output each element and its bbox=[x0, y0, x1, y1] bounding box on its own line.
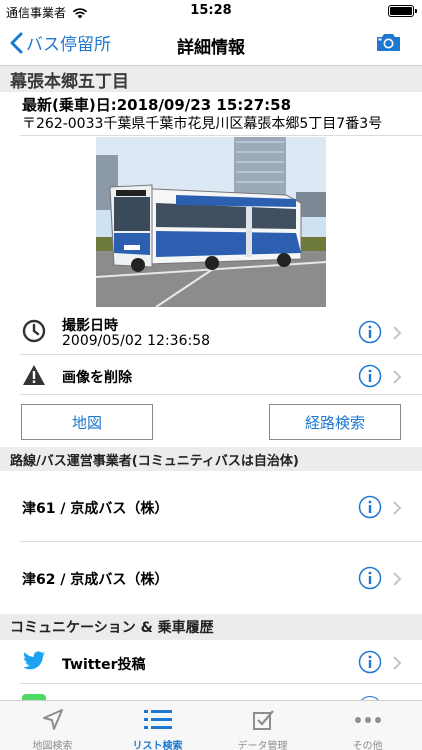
operator-label: 津61 / 京成バス（株） bbox=[22, 501, 169, 517]
tab-map-search[interactable]: 地図検索 bbox=[0, 701, 105, 750]
info-icon bbox=[358, 566, 382, 590]
delete-image-row[interactable]: 画像を削除 bbox=[0, 355, 422, 395]
map-button[interactable]: 地図 bbox=[21, 404, 153, 440]
clock-time: 15:28 bbox=[190, 3, 232, 18]
warning-icon bbox=[22, 364, 46, 390]
photo-date-title: 撮影日時 bbox=[62, 318, 118, 334]
delete-image-label: 画像を削除 bbox=[62, 370, 132, 386]
divider bbox=[20, 135, 422, 136]
info-button[interactable] bbox=[358, 495, 382, 519]
info-icon bbox=[358, 495, 382, 519]
battery-icon bbox=[388, 5, 417, 17]
more-icon bbox=[315, 707, 420, 733]
tab-other[interactable]: その他 bbox=[315, 701, 420, 750]
operator-label: 津62 / 京成バス（株） bbox=[22, 572, 169, 588]
communication-header: コミュニケーション & 乗車履歴 bbox=[0, 614, 422, 640]
list-icon bbox=[105, 707, 210, 733]
stop-name: 幕張本郷五丁目 bbox=[10, 71, 129, 92]
tab-bar: 地図検索 リスト検索 データ管理 その他 bbox=[0, 700, 422, 750]
action-buttons: 地図 経路検索 bbox=[0, 396, 422, 446]
tab-list-search[interactable]: リスト検索 bbox=[105, 701, 210, 750]
latest-ride-date: 最新(乗車)日:2018/09/23 15:27:58 bbox=[22, 96, 292, 114]
operator-row[interactable]: 津62 / 京成バス（株） bbox=[0, 542, 422, 614]
checkbox-icon bbox=[210, 707, 315, 733]
tab-label: 地図検索 bbox=[32, 741, 73, 750]
operators-header: 路線/バス運営事業者(コミュニティバスは自治体) bbox=[0, 447, 422, 471]
twitter-row[interactable]: Twitter投稿 bbox=[0, 640, 422, 684]
communication-header-label: コミュニケーション & 乗車履歴 bbox=[10, 620, 214, 636]
twitter-post-label: Twitter投稿 bbox=[62, 657, 146, 673]
tab-label: リスト検索 bbox=[132, 741, 183, 750]
info-icon bbox=[358, 650, 382, 674]
divider bbox=[20, 394, 422, 395]
info-icon bbox=[358, 364, 382, 388]
tab-label: その他 bbox=[352, 741, 383, 750]
list-item[interactable] bbox=[0, 684, 422, 700]
chevron-right-icon bbox=[392, 325, 402, 340]
info-button[interactable] bbox=[358, 650, 382, 674]
camera-button[interactable] bbox=[375, 32, 402, 57]
info-button[interactable] bbox=[358, 320, 382, 344]
info-icon bbox=[358, 320, 382, 344]
stop-address: 〒262-0033千葉県千葉市花見川区幕張本郷5丁目7番3号 bbox=[22, 116, 383, 132]
bus-image bbox=[96, 137, 326, 307]
route-search-button[interactable]: 経路検索 bbox=[269, 404, 401, 440]
photo-date-value: 2009/05/02 12:36:58 bbox=[62, 333, 211, 349]
stop-info: 最新(乗車)日:2018/09/23 15:27:58 〒262-0033千葉県… bbox=[22, 96, 414, 134]
clock-icon bbox=[22, 319, 46, 347]
nav-bar: バス停留所 詳細情報 bbox=[0, 22, 422, 66]
tab-label: データ管理 bbox=[237, 741, 288, 750]
location-arrow-icon bbox=[0, 707, 105, 733]
status-bar: 通信事業者 15:28 bbox=[0, 0, 422, 22]
info-button[interactable] bbox=[358, 364, 382, 388]
stop-name-header: 幕張本郷五丁目 bbox=[0, 66, 422, 92]
page-title: 詳細情報 bbox=[177, 38, 245, 58]
chevron-right-icon bbox=[392, 369, 402, 384]
chevron-right-icon bbox=[392, 655, 402, 670]
twitter-icon bbox=[22, 651, 46, 675]
photo-date-row[interactable]: 撮影日時 2009/05/02 12:36:58 bbox=[0, 309, 422, 355]
info-button[interactable] bbox=[358, 566, 382, 590]
operator-row[interactable]: 津61 / 京成バス（株） bbox=[0, 471, 422, 542]
operators-header-label: 路線/バス運営事業者(コミュニティバスは自治体) bbox=[10, 453, 299, 469]
tab-data-management[interactable]: データ管理 bbox=[210, 701, 315, 750]
camera-icon bbox=[377, 34, 400, 51]
bus-photo[interactable] bbox=[96, 137, 326, 307]
chevron-right-icon bbox=[392, 500, 402, 515]
chevron-right-icon bbox=[392, 571, 402, 586]
